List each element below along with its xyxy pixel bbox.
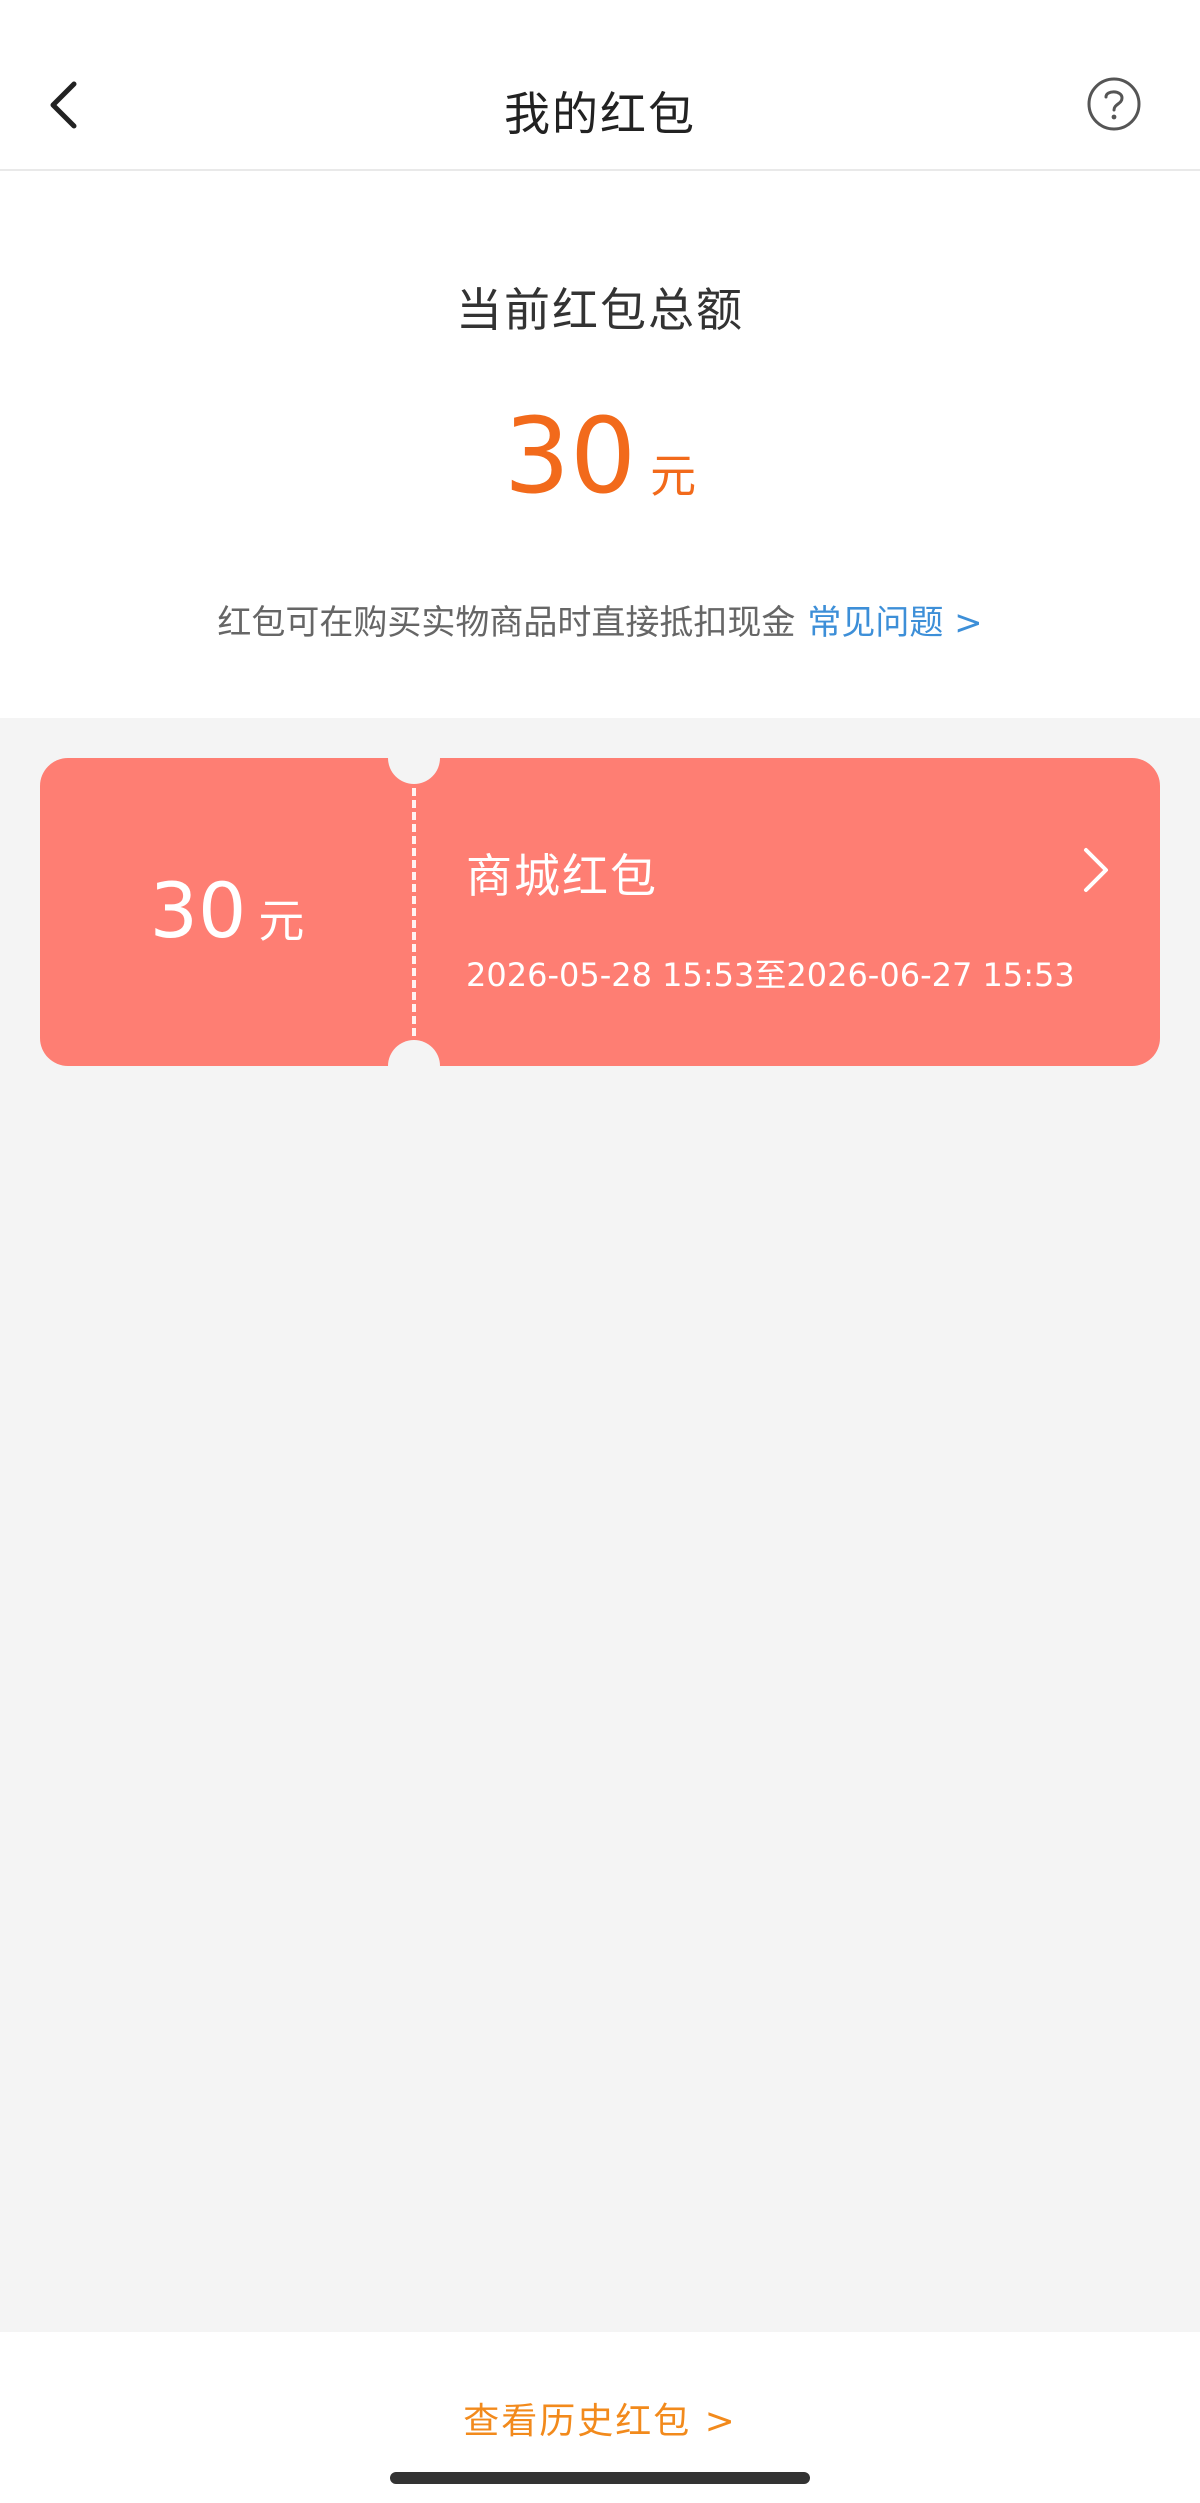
balance-summary: 当前红包总额 30 元 红包可在购买实物商品时直接抵扣现金 常见问题 > (0, 171, 1200, 718)
nav-bar: 我的红包 (0, 0, 1200, 171)
balance-note: 红包可在购买实物商品时直接抵扣现金 (217, 603, 796, 643)
coupon-unit: 元 (258, 894, 305, 948)
page-title: 我的红包 (504, 87, 696, 141)
coupon-card[interactable]: 30 元 商城红包 2026-05-28 15:53至2026-06-27 15:… (40, 732, 1160, 1092)
coupon-value: 30 元 (40, 866, 414, 955)
home-indicator[interactable] (390, 2472, 810, 2484)
chevron-right-icon[interactable] (1080, 846, 1112, 894)
faq-link[interactable]: 常见问题 > (807, 603, 982, 643)
coupon-validity-period: 2026-05-28 15:53至2026-06-27 15:53 (466, 956, 1075, 994)
balance-unit: 元 (650, 449, 697, 503)
balance-title: 当前红包总额 (456, 283, 744, 337)
coupon-name: 商城红包 (466, 849, 658, 903)
coupon-amount: 30 (149, 866, 247, 955)
question-circle-icon[interactable] (1086, 76, 1142, 132)
balance-note-row: 红包可在购买实物商品时直接抵扣现金 常见问题 > (0, 595, 1200, 644)
balance-amount: 30 (503, 395, 637, 517)
bottom-bar: 查看历史红包 > (0, 2332, 1200, 2503)
coupon-notch-top (388, 732, 440, 784)
history-coupons-link[interactable]: 查看历史红包 > (0, 2392, 1200, 2444)
coupon-notch-bottom (388, 1040, 440, 1092)
balance-amount-row: 30 元 (0, 401, 1200, 511)
